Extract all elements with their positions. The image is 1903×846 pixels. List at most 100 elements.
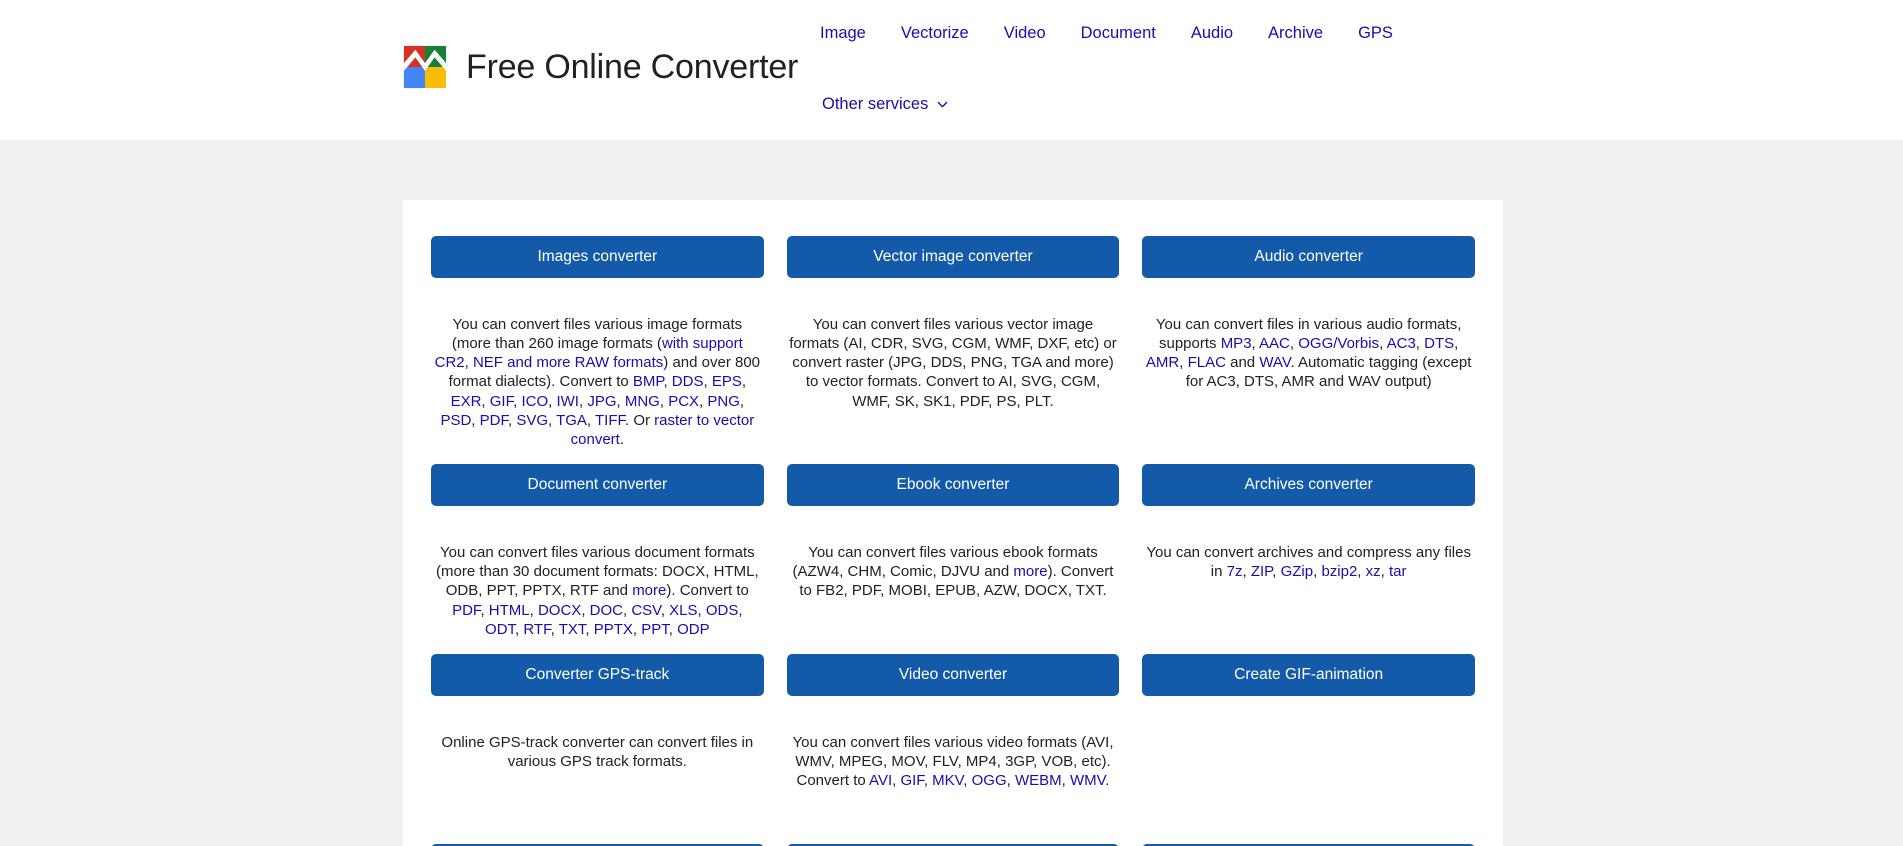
link-doc-ods[interactable]: ODS <box>706 602 739 619</box>
document-converter-description: You can convert files various document f… <box>436 543 759 638</box>
service-vector-image-converter: Vector image converter You can convert f… <box>786 236 1120 464</box>
nav-link-image[interactable]: Image <box>820 24 866 43</box>
link-doc-xls[interactable]: XLS <box>669 602 697 619</box>
site-header: Free Online Converter Image Vectorize Vi… <box>0 0 1903 140</box>
services-row-1: Images converter You can convert files v… <box>431 236 1475 464</box>
service-ebook-converter: Ebook converter You can convert files va… <box>786 464 1120 654</box>
link-pcx[interactable]: PCX <box>668 393 699 410</box>
link-iwi[interactable]: IWI <box>556 393 579 410</box>
nav-link-gps[interactable]: GPS <box>1358 24 1393 43</box>
service-audio-converter: Audio converter You can convert files in… <box>1142 236 1475 464</box>
link-ogg-vorbis[interactable]: OGG/Vorbis <box>1298 335 1379 352</box>
video-converter-description: You can convert files various video form… <box>792 733 1114 790</box>
link-jpg[interactable]: JPG <box>587 393 616 410</box>
archives-converter-button[interactable]: Archives converter <box>1142 464 1475 506</box>
other-services-label: Other services <box>822 95 929 113</box>
service-video-converter: Video converter You can convert files va… <box>786 653 1120 844</box>
audio-converter-description: You can convert files in various audio f… <box>1145 315 1472 391</box>
link-dts[interactable]: DTS <box>1424 335 1454 352</box>
link-flac[interactable]: FLAC <box>1188 354 1226 371</box>
converter-logo-icon <box>403 45 447 89</box>
link-doc-txt[interactable]: TXT <box>559 621 586 638</box>
services-row-3: Converter GPS-track Online GPS-track con… <box>431 653 1475 844</box>
other-services-dropdown[interactable]: Other services <box>822 95 948 114</box>
link-doc-doc[interactable]: DOC <box>590 602 623 619</box>
link-tga[interactable]: TGA <box>556 412 587 429</box>
chevron-down-icon <box>938 101 948 108</box>
converter-gps-track-description: Online GPS-track converter can convert f… <box>441 733 754 770</box>
page-body: Images converter You can convert files v… <box>0 140 1903 846</box>
link-xz[interactable]: xz <box>1366 563 1381 580</box>
link-pdf[interactable]: PDF <box>480 412 508 429</box>
archives-converter-description: You can convert archives and compress an… <box>1146 543 1471 581</box>
main-navigation: Image Vectorize Video Document Audio Arc… <box>820 24 1393 43</box>
link-tiff[interactable]: TIFF <box>595 412 625 429</box>
link-doc-docx[interactable]: DOCX <box>538 602 581 619</box>
nav-link-vectorize[interactable]: Vectorize <box>901 24 969 43</box>
link-wmv[interactable]: WMV <box>1070 772 1105 789</box>
nav-link-audio[interactable]: Audio <box>1191 24 1233 43</box>
video-converter-button[interactable]: Video converter <box>786 653 1120 696</box>
link-ac3[interactable]: AC3 <box>1387 335 1416 352</box>
ebook-converter-description: You can convert files various ebook form… <box>792 543 1114 600</box>
images-converter-button[interactable]: Images converter <box>431 236 764 278</box>
service-archives-converter: Archives converter You can convert archi… <box>1142 464 1475 654</box>
document-converter-button[interactable]: Document converter <box>431 464 764 506</box>
link-video-ogg[interactable]: OGG <box>972 772 1007 789</box>
audio-converter-button[interactable]: Audio converter <box>1142 236 1475 278</box>
services-row-2: Document converter You can convert files… <box>431 464 1475 654</box>
link-doc-html[interactable]: HTML <box>489 602 530 619</box>
header-inner: Free Online Converter Image Vectorize Vi… <box>0 0 1903 140</box>
link-more-document[interactable]: more <box>632 582 666 599</box>
link-ico[interactable]: ICO <box>521 393 548 410</box>
link-aac[interactable]: AAC <box>1259 335 1290 352</box>
link-dds[interactable]: DDS <box>672 373 704 390</box>
vector-image-converter-description: You can convert files various vector ima… <box>789 315 1117 410</box>
link-raw-support[interactable]: with support CR2, NEF and more RAW forma… <box>435 335 743 371</box>
images-converter-description: You can convert files various image form… <box>434 315 761 448</box>
link-amr[interactable]: AMR <box>1146 354 1179 371</box>
link-doc-odp[interactable]: ODP <box>677 621 710 638</box>
link-bzip2[interactable]: bzip2 <box>1321 563 1357 580</box>
link-doc-rtf[interactable]: RTF <box>523 621 550 638</box>
link-wav[interactable]: WAV <box>1259 354 1290 371</box>
brand[interactable]: Free Online Converter <box>402 44 798 90</box>
link-mp3[interactable]: MP3 <box>1221 335 1252 352</box>
link-mng[interactable]: MNG <box>625 393 660 410</box>
link-webm[interactable]: WEBM <box>1015 772 1062 789</box>
link-mkv[interactable]: MKV <box>932 772 963 789</box>
ebook-converter-button[interactable]: Ebook converter <box>786 464 1120 506</box>
link-svg[interactable]: SVG <box>516 412 548 429</box>
link-doc-pptx[interactable]: PPTX <box>594 621 633 638</box>
link-video-gif[interactable]: GIF <box>900 772 923 789</box>
link-more-ebook[interactable]: more <box>1013 563 1047 580</box>
service-document-converter: Document converter You can convert files… <box>431 464 764 654</box>
link-doc-odt[interactable]: ODT <box>485 621 515 638</box>
service-create-gif-animation: Create GIF-animation <box>1142 653 1475 844</box>
create-gif-animation-button[interactable]: Create GIF-animation <box>1142 653 1475 696</box>
link-png[interactable]: PNG <box>707 393 740 410</box>
link-bmp[interactable]: BMP <box>633 373 664 390</box>
link-psd[interactable]: PSD <box>440 412 471 429</box>
link-doc-ppt[interactable]: PPT <box>641 621 669 638</box>
link-doc-csv[interactable]: CSV <box>631 602 660 619</box>
link-gif[interactable]: GIF <box>490 393 513 410</box>
nav-link-video[interactable]: Video <box>1004 24 1046 43</box>
vector-image-converter-button[interactable]: Vector image converter <box>786 236 1120 278</box>
link-zip[interactable]: ZIP <box>1251 563 1272 580</box>
service-gps-track-converter: Converter GPS-track Online GPS-track con… <box>431 653 764 844</box>
service-images-converter: Images converter You can convert files v… <box>431 236 764 464</box>
brand-name: Free Online Converter <box>466 48 799 86</box>
link-tar[interactable]: tar <box>1389 563 1407 580</box>
link-doc-pdf[interactable]: PDF <box>452 602 480 619</box>
services-card: Images converter You can convert files v… <box>403 200 1503 846</box>
link-exr[interactable]: EXR <box>451 393 482 410</box>
link-gzip[interactable]: GZip <box>1281 563 1314 580</box>
link-eps[interactable]: EPS <box>712 373 742 390</box>
link-avi[interactable]: AVI <box>869 772 892 789</box>
link-7z[interactable]: 7z <box>1227 563 1243 580</box>
nav-link-archive[interactable]: Archive <box>1268 24 1323 43</box>
create-gif-animation-description <box>1142 711 1475 829</box>
converter-gps-track-button[interactable]: Converter GPS-track <box>431 653 764 696</box>
nav-link-document[interactable]: Document <box>1081 24 1156 43</box>
